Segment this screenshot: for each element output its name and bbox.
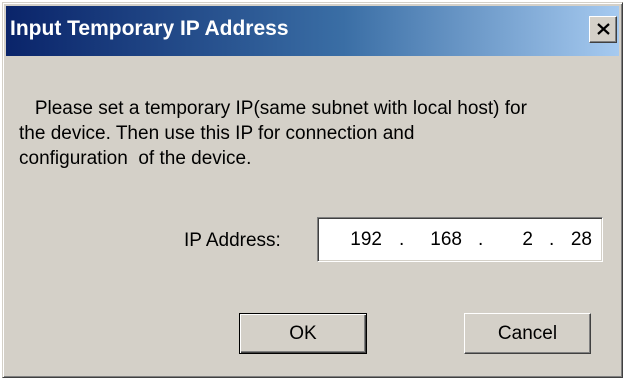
ip-separator: . bbox=[549, 229, 555, 250]
ip-separator: . bbox=[399, 229, 405, 250]
window-title: Input Temporary IP Address bbox=[10, 17, 289, 40]
close-button[interactable] bbox=[589, 16, 617, 43]
ip-octet-4[interactable]: 28 bbox=[564, 229, 592, 251]
ip-separator: . bbox=[478, 229, 484, 250]
ip-address-label: IP Address: bbox=[184, 230, 281, 251]
ok-button[interactable]: OK bbox=[239, 313, 367, 354]
cancel-button[interactable]: Cancel bbox=[464, 313, 591, 354]
dialog-window: Input Temporary IP Address Please set a … bbox=[2, 2, 623, 378]
close-icon bbox=[597, 23, 610, 35]
title-bar[interactable]: Input Temporary IP Address bbox=[6, 6, 619, 56]
ip-octet-1[interactable]: 192 bbox=[334, 229, 382, 251]
ip-address-input[interactable]: 192 . 168 . 2 . 28 bbox=[317, 217, 603, 262]
instruction-message: Please set a temporary IP(same subnet wi… bbox=[19, 98, 527, 169]
ip-octet-2[interactable]: 168 bbox=[414, 229, 462, 251]
ip-octet-3[interactable]: 2 bbox=[493, 229, 533, 251]
